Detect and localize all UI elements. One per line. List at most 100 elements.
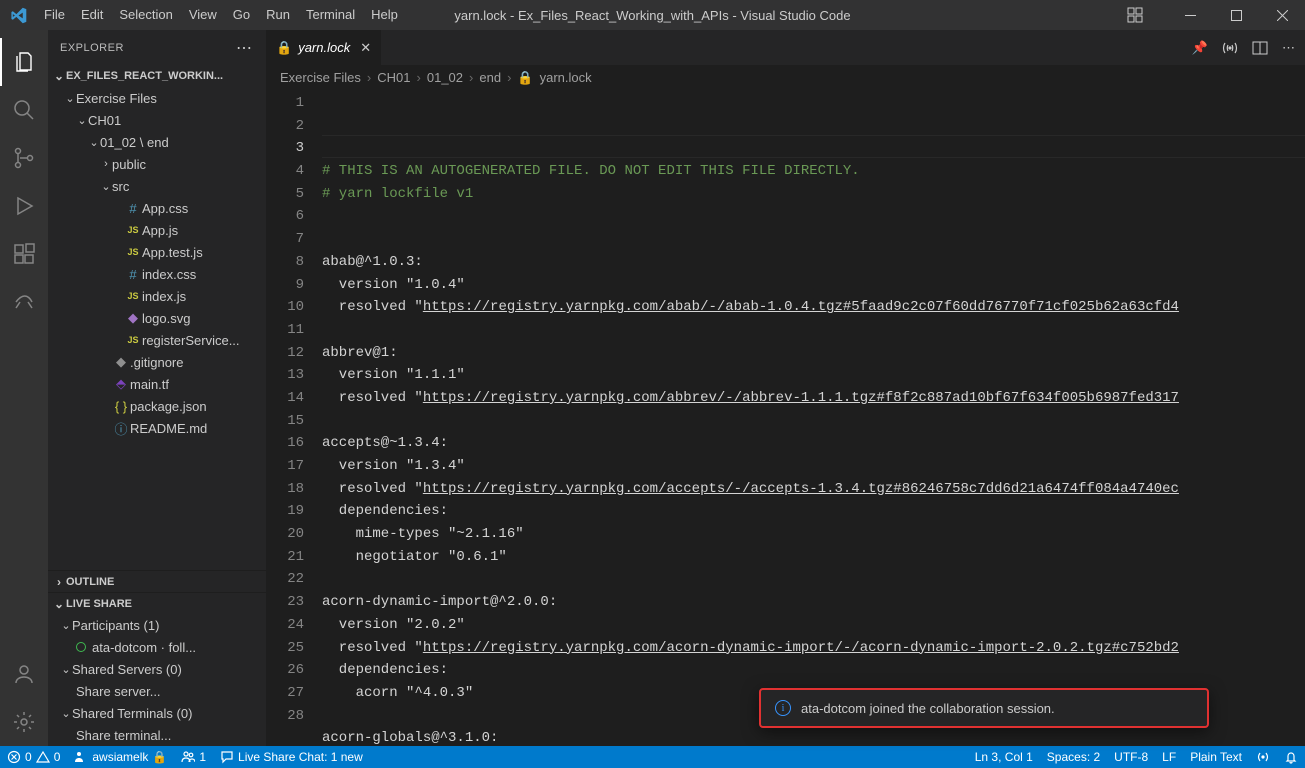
sidebar-header: EXPLORER ⋯	[48, 30, 266, 65]
status-liveshare-participants[interactable]: 1	[174, 746, 213, 768]
breadcrumb-segment[interactable]: yarn.lock	[540, 70, 592, 85]
file-item[interactable]: #index.css	[48, 263, 266, 285]
file-item[interactable]: { }package.json	[48, 395, 266, 417]
activity-accounts-icon[interactable]	[0, 650, 48, 698]
activity-extensions-icon[interactable]	[0, 230, 48, 278]
activity-settings-icon[interactable]	[0, 698, 48, 746]
folder-item[interactable]: ⌄src	[48, 175, 266, 197]
folder-item[interactable]: ⌄Exercise Files	[48, 87, 266, 109]
activity-run-debug-icon[interactable]	[0, 182, 48, 230]
close-button[interactable]	[1259, 0, 1305, 30]
tf-icon: ⬘	[112, 376, 130, 392]
line-number: 7	[266, 228, 304, 251]
chevron-down-icon: ⌄	[64, 92, 76, 105]
status-encoding[interactable]: UTF-8	[1107, 746, 1155, 768]
pin-icon[interactable]: 📌	[1192, 40, 1208, 56]
status-eol[interactable]: LF	[1155, 746, 1183, 768]
status-cursor-position[interactable]: Ln 3, Col 1	[968, 746, 1040, 768]
activity-explorer-icon[interactable]	[0, 38, 48, 86]
folder-item[interactable]: ⌄CH01	[48, 109, 266, 131]
menu-edit[interactable]: Edit	[73, 0, 111, 30]
code-line	[322, 319, 1305, 342]
liveshare-servers[interactable]: ⌄ Shared Servers (0)	[48, 658, 266, 680]
menu-file[interactable]: File	[36, 0, 73, 30]
line-number: 1	[266, 92, 304, 115]
close-icon[interactable]: ✕	[360, 40, 371, 56]
folder-item[interactable]: ⌄01_02 \ end	[48, 131, 266, 153]
file-item[interactable]: JSApp.test.js	[48, 241, 266, 263]
notification-toast[interactable]: i ata-dotcom joined the collaboration se…	[759, 688, 1209, 728]
file-item[interactable]: ◆logo.svg	[48, 307, 266, 329]
status-problems[interactable]: 0 0	[0, 746, 67, 768]
line-number: 20	[266, 523, 304, 546]
breadcrumb-segment[interactable]: Exercise Files	[280, 70, 361, 85]
activity-search-icon[interactable]	[0, 86, 48, 134]
maximize-button[interactable]	[1213, 0, 1259, 30]
gutter: 1234567891011121314151617181920212223242…	[266, 90, 322, 746]
activity-source-control-icon[interactable]	[0, 134, 48, 182]
tab-bar: 🔒 yarn.lock ✕ 📌 ⋯	[266, 30, 1305, 65]
minimize-button[interactable]	[1167, 0, 1213, 30]
title-bar: FileEditSelectionViewGoRunTerminalHelp y…	[0, 0, 1305, 30]
menu-selection[interactable]: Selection	[111, 0, 180, 30]
line-number: 27	[266, 682, 304, 705]
code-line: accepts@~1.3.4:	[322, 432, 1305, 455]
code-line	[322, 568, 1305, 591]
liveshare-terminals[interactable]: ⌄ Shared Terminals (0)	[48, 702, 266, 724]
activity-live-share-icon[interactable]	[0, 278, 48, 326]
code-line: abbrev@1:	[322, 342, 1305, 365]
breadcrumb-segment[interactable]: CH01	[377, 70, 410, 85]
layout-grid-icon[interactable]	[1127, 7, 1167, 23]
chevron-down-icon: ⌄	[100, 180, 112, 193]
svg-icon: ◆	[124, 310, 142, 326]
menu-view[interactable]: View	[181, 0, 225, 30]
tree-label: main.tf	[130, 377, 169, 392]
breadcrumb-segment[interactable]: end	[479, 70, 501, 85]
file-item[interactable]: ⓘREADME.md	[48, 417, 266, 439]
liveshare-share-terminal[interactable]: Share terminal...	[48, 724, 266, 746]
line-number: 17	[266, 455, 304, 478]
liveshare-label: LIVE SHARE	[66, 598, 132, 610]
liveshare-participant-item[interactable]: ata-dotcom · foll...	[48, 636, 266, 658]
file-item[interactable]: JSregisterService...	[48, 329, 266, 351]
menu-help[interactable]: Help	[363, 0, 406, 30]
file-item[interactable]: ◆.gitignore	[48, 351, 266, 373]
menu-terminal[interactable]: Terminal	[298, 0, 363, 30]
file-item[interactable]: JSindex.js	[48, 285, 266, 307]
breadcrumbs[interactable]: Exercise Files›CH01›01_02›end›🔒 yarn.loc…	[266, 65, 1305, 90]
status-notifications-icon[interactable]	[1277, 746, 1305, 768]
broadcast-icon[interactable]	[1222, 40, 1238, 56]
folder-item[interactable]: ›public	[48, 153, 266, 175]
tab-yarn-lock[interactable]: 🔒 yarn.lock ✕	[266, 30, 382, 65]
split-editor-icon[interactable]	[1252, 40, 1268, 56]
sidebar-more-icon[interactable]: ⋯	[236, 38, 254, 58]
liveshare-participants[interactable]: ⌄ Participants (1)	[48, 614, 266, 636]
chevron-down-icon: ⌄	[52, 597, 66, 611]
menu-run[interactable]: Run	[258, 0, 298, 30]
status-liveshare-chat[interactable]: Live Share Chat: 1 new	[213, 746, 370, 768]
tree-label: index.css	[142, 267, 196, 282]
breadcrumb-segment[interactable]: 01_02	[427, 70, 463, 85]
line-number: 6	[266, 205, 304, 228]
more-icon[interactable]: ⋯	[1282, 40, 1295, 56]
file-item[interactable]: JSApp.js	[48, 219, 266, 241]
outline-header[interactable]: › OUTLINE	[48, 570, 266, 592]
workspace-header[interactable]: ⌄ EX_FILES_REACT_WORKIN...	[48, 65, 266, 87]
status-language[interactable]: Plain Text	[1183, 746, 1249, 768]
liveshare-share-server[interactable]: Share server...	[48, 680, 266, 702]
file-item[interactable]: #App.css	[48, 197, 266, 219]
code-line: # THIS IS AN AUTOGENERATED FILE. DO NOT …	[322, 160, 1305, 183]
chevron-down-icon: ⌄	[76, 114, 88, 127]
status-liveshare-user[interactable]: awsiamelk 🔒	[67, 746, 174, 768]
line-number: 11	[266, 319, 304, 342]
line-number: 24	[266, 614, 304, 637]
menu-go[interactable]: Go	[225, 0, 258, 30]
status-feedback-icon[interactable]	[1249, 746, 1277, 768]
code-line: resolved "https://registry.yarnpkg.com/a…	[322, 387, 1305, 410]
info-icon: i	[775, 700, 791, 716]
editor[interactable]: 1234567891011121314151617181920212223242…	[266, 90, 1305, 746]
file-item[interactable]: ⬘main.tf	[48, 373, 266, 395]
status-indentation[interactable]: Spaces: 2	[1040, 746, 1107, 768]
code-content[interactable]: # THIS IS AN AUTOGENERATED FILE. DO NOT …	[322, 90, 1305, 746]
liveshare-header[interactable]: ⌄ LIVE SHARE	[48, 592, 266, 614]
